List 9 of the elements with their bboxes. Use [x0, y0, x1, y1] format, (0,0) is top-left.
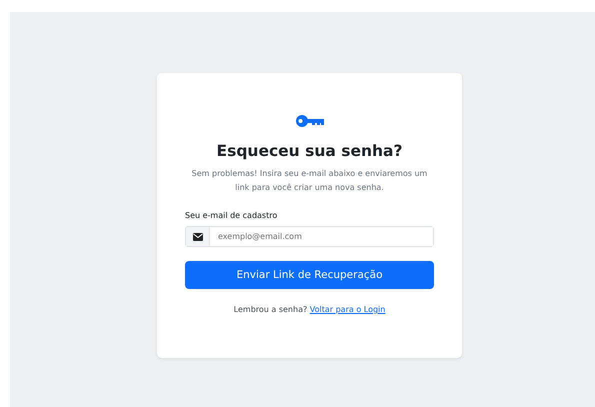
- description-text: Sem problemas! Insira seu e-mail abaixo e enviaremos um link para você criar uma nova senha.: [190, 168, 428, 194]
- login-link[interactable]: Voltar para o Login: [310, 305, 386, 314]
- submit-button[interactable]: Enviar Link de Recuperação: [185, 261, 434, 289]
- key-icon: [296, 115, 324, 127]
- footer-text: Lembrou a senha?: [234, 305, 308, 314]
- field-label: Seu e-mail de cadastro: [185, 211, 278, 220]
- envelope-icon: [192, 232, 202, 240]
- email-field[interactable]: exemplo@email.com: [185, 226, 434, 247]
- page-title: Esqueceu sua senha?: [216, 142, 402, 160]
